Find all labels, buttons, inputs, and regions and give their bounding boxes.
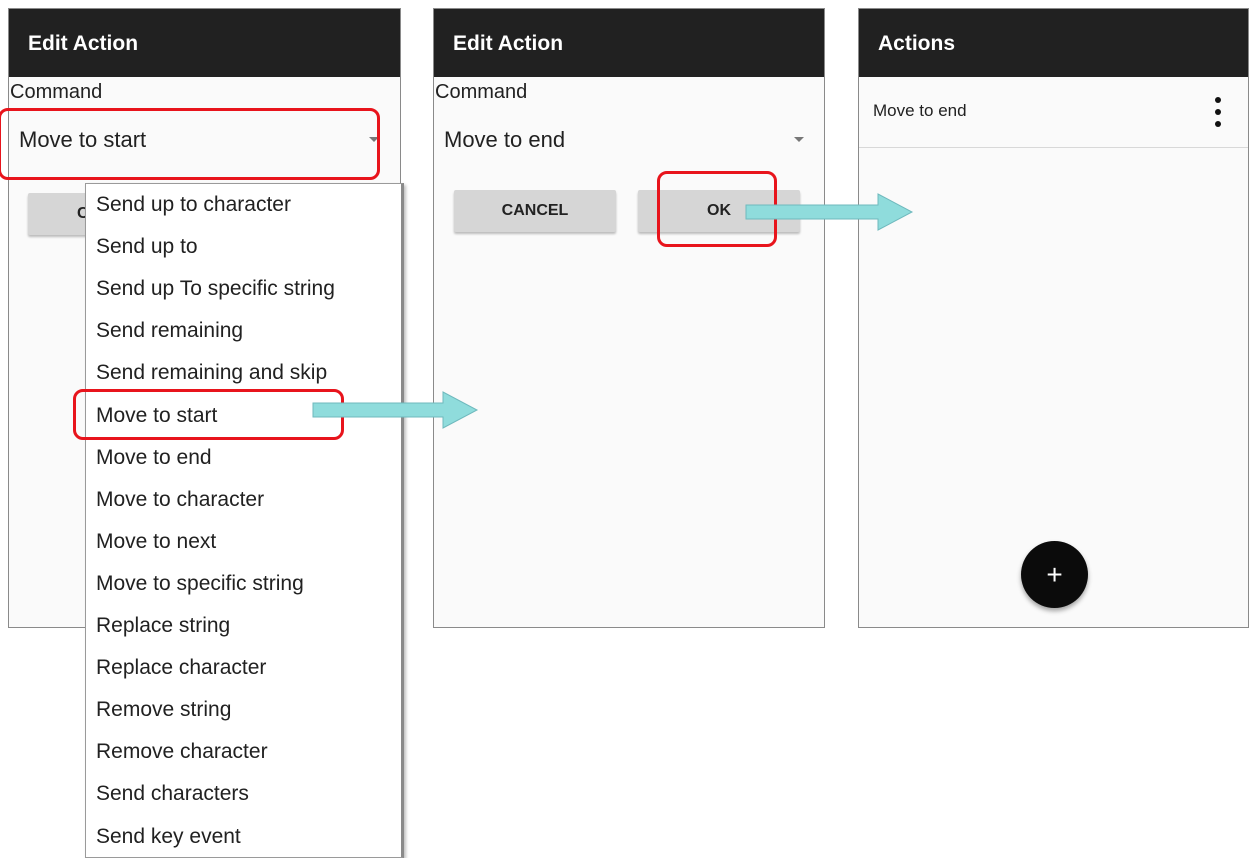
- menu-item[interactable]: Send up to character: [96, 184, 291, 226]
- command-dropdown-menu: Send up to character Send up to Send up To…: [85, 183, 404, 858]
- app-bar-title: Edit Action: [434, 9, 824, 77]
- menu-item[interactable]: Send remaining and skip: [96, 352, 327, 394]
- app-bar-title: Actions: [859, 9, 1248, 77]
- menu-item[interactable]: Remove string: [96, 689, 231, 731]
- add-icon: +: [1046, 558, 1063, 590]
- menu-item[interactable]: Move to specific string: [96, 563, 304, 605]
- menu-item[interactable]: Move to end: [96, 437, 212, 479]
- add-action-fab[interactable]: +: [1021, 541, 1088, 608]
- actions-screen: Actions Move to end +: [858, 8, 1249, 628]
- ok-button-label: OK: [707, 202, 731, 219]
- menu-item[interactable]: Send up To specific string: [96, 268, 335, 310]
- menu-item[interactable]: Replace string: [96, 605, 230, 647]
- command-select[interactable]: Move to end: [444, 115, 808, 165]
- action-list-item[interactable]: Move to end: [859, 77, 1248, 148]
- menu-item[interactable]: Move to character: [96, 479, 264, 521]
- menu-item[interactable]: Send remaining: [96, 310, 243, 352]
- more-vert-icon[interactable]: [1215, 97, 1221, 127]
- menu-item[interactable]: Send characters: [96, 773, 249, 815]
- menu-item[interactable]: Send up to: [96, 226, 198, 268]
- dropdown-arrow-icon: [369, 137, 379, 142]
- dropdown-arrow-icon: [794, 137, 804, 142]
- menu-item[interactable]: Move to start: [96, 395, 217, 437]
- edit-action-screen-2: Edit Action Command Move to end CANCEL O…: [433, 8, 825, 628]
- cancel-button-label: CANCEL: [501, 202, 569, 219]
- menu-item[interactable]: Send key event: [96, 816, 241, 858]
- menu-item[interactable]: Move to next: [96, 521, 216, 563]
- command-select[interactable]: Move to start: [19, 115, 383, 165]
- action-list-item-label: Move to end: [873, 101, 967, 120]
- flow-arrow-icon: [312, 391, 479, 429]
- menu-item[interactable]: Replace character: [96, 647, 266, 689]
- app-bar-title: Edit Action: [9, 9, 400, 77]
- command-label: Command: [435, 81, 528, 103]
- flow-arrow-icon: [745, 193, 914, 231]
- command-label: Command: [10, 81, 103, 103]
- cancel-button[interactable]: CANCEL: [454, 190, 616, 232]
- menu-item[interactable]: Remove character: [96, 731, 268, 773]
- command-select-value: Move to end: [444, 127, 566, 152]
- command-select-value: Move to start: [19, 127, 147, 152]
